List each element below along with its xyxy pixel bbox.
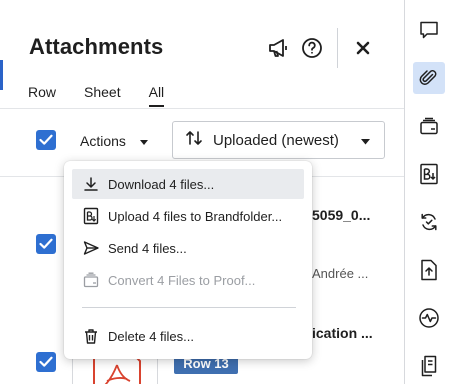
sort-arrows-icon	[185, 129, 203, 151]
menu-item-label: Upload 4 files to Brandfolder...	[108, 208, 283, 224]
attachment-icon[interactable]	[413, 62, 445, 94]
file-name-fragment[interactable]: 5059_0...	[312, 207, 370, 223]
panel-left-accent	[0, 60, 3, 90]
tabs-divider	[0, 108, 404, 109]
proof-icon	[82, 271, 100, 289]
panel-title: Attachments	[29, 34, 164, 59]
menu-item-label: Download 4 files...	[108, 176, 215, 192]
actions-button[interactable]: Actions	[80, 131, 148, 151]
attachment-tabs: Row Sheet All	[28, 84, 164, 107]
menu-item-label: Convert 4 Files to Proof...	[108, 272, 256, 288]
tab-all[interactable]: All	[148, 84, 164, 107]
actions-label: Actions	[80, 133, 126, 149]
help-icon[interactable]	[300, 36, 324, 60]
header-divider	[337, 28, 338, 68]
row-checkbox[interactable]	[36, 234, 56, 254]
tab-row[interactable]: Row	[28, 84, 56, 106]
row-checkbox[interactable]	[36, 352, 56, 372]
summary-icon[interactable]	[415, 352, 443, 380]
caret-down-icon	[139, 133, 148, 149]
uploader-fragment: Andrée ...	[312, 266, 369, 281]
caret-down-icon	[361, 132, 370, 149]
brandfolder-icon	[82, 207, 100, 225]
sort-select[interactable]: Uploaded (newest)	[172, 121, 385, 159]
trash-icon	[82, 327, 100, 345]
menu-item-convert-proof: Convert 4 Files to Proof...	[72, 265, 304, 295]
actions-menu: Download 4 files... Upload 4 files to Br…	[64, 161, 312, 359]
menu-item-label: Delete 4 files...	[108, 328, 194, 344]
tab-sheet[interactable]: Sheet	[84, 84, 121, 106]
menu-divider	[82, 307, 296, 308]
menu-item-send[interactable]: Send 4 files...	[72, 233, 304, 263]
send-icon	[82, 239, 100, 257]
attachments-panel: Attachments Row Sheet All Actions Upload…	[0, 0, 404, 384]
close-icon[interactable]	[351, 36, 375, 60]
menu-item-brandfolder[interactable]: Upload 4 files to Brandfolder...	[72, 201, 304, 231]
upload-icon[interactable]	[415, 256, 443, 284]
sort-label: Uploaded (newest)	[213, 131, 339, 149]
brandfolder-icon[interactable]	[415, 160, 443, 188]
megaphone-icon[interactable]	[266, 36, 290, 60]
activity-icon[interactable]	[415, 304, 443, 332]
menu-item-label: Send 4 files...	[108, 240, 187, 256]
update-requests-icon[interactable]	[415, 208, 443, 236]
select-all-checkbox[interactable]	[36, 130, 56, 150]
menu-item-delete[interactable]: Delete 4 files...	[72, 321, 304, 351]
menu-item-download[interactable]: Download 4 files...	[72, 169, 304, 199]
comment-icon[interactable]	[415, 16, 443, 44]
proof-card-icon[interactable]	[415, 112, 443, 140]
file-name-fragment[interactable]: ication ...	[312, 325, 373, 341]
download-icon	[82, 175, 100, 193]
